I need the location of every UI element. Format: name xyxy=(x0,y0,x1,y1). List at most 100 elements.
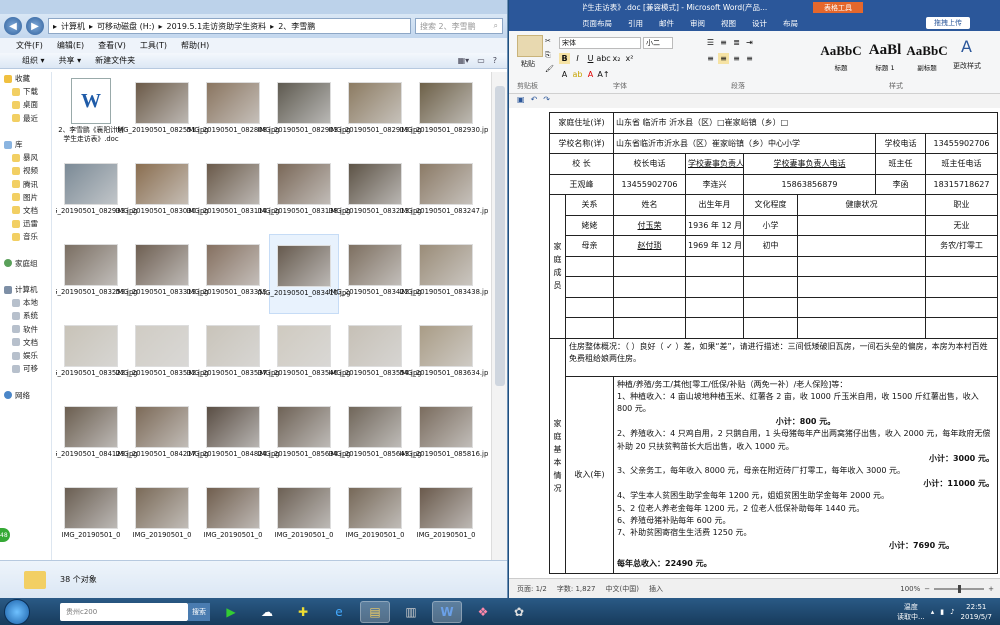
nav-item[interactable]: 系统 xyxy=(0,309,51,322)
breadcrumb-drive[interactable]: 可移动磁盘 (H:) xyxy=(97,21,155,32)
taskbar-search-input[interactable]: 贵州c200 xyxy=(60,602,188,621)
image-file[interactable]: IMG_20190501_083213.jpg xyxy=(328,153,422,233)
nav-item[interactable]: 库 xyxy=(0,138,51,151)
forward-button[interactable]: ▶ xyxy=(26,17,44,35)
school-value[interactable]: 山东省临沂市沂水县（区）崔家峪镇（乡）中心小学 xyxy=(613,132,876,154)
style-heading1[interactable]: AaBl 标题 1 xyxy=(865,37,905,77)
nav-item[interactable]: 桌面 xyxy=(0,98,51,111)
image-file[interactable]: IMG_20190501_0 xyxy=(127,477,197,557)
image-file[interactable]: IMG_20190501_083522.jpg xyxy=(56,315,138,395)
image-file[interactable]: IMG_20190501_085634.jpg xyxy=(257,396,351,476)
menu-help[interactable]: 帮助(H) xyxy=(181,40,209,51)
image-file[interactable]: IMG_20190501_083532.jpg xyxy=(115,315,209,395)
bold-button[interactable]: B xyxy=(559,53,570,64)
paste-icon[interactable] xyxy=(517,35,543,57)
member-relation[interactable]: 姥姥 xyxy=(565,214,614,236)
tab-table-layout[interactable]: 布局 xyxy=(776,16,805,31)
copy-icon[interactable]: ⎘ xyxy=(545,51,551,60)
image-file[interactable]: IMG_20190501_083410.jpg xyxy=(257,234,351,314)
nav-item[interactable]: 视频 xyxy=(0,164,51,177)
nav-item[interactable]: 网络 xyxy=(0,389,51,402)
save-icon[interactable]: ▣ xyxy=(517,95,525,107)
cut-icon[interactable]: ✂ xyxy=(545,37,551,45)
help-icon[interactable]: ? xyxy=(493,56,497,65)
share-button[interactable]: 共享 ▾ xyxy=(59,55,82,66)
zoom-in-icon[interactable]: + xyxy=(988,585,994,593)
breadcrumb-current[interactable]: 2、李雪鹏 xyxy=(278,21,315,32)
subscript-button[interactable]: x₂ xyxy=(611,53,622,64)
image-file[interactable]: IMG_20190501_082919.jpg xyxy=(328,72,422,152)
media-player-icon[interactable]: ▶ xyxy=(216,601,246,623)
file-list-scrollbar[interactable] xyxy=(491,72,507,560)
chat-app-icon[interactable]: ❖ xyxy=(468,601,498,623)
member-relation[interactable]: 母亲 xyxy=(565,235,614,257)
image-file[interactable]: IMG_20190501_0 xyxy=(340,477,410,557)
doc-file[interactable]: W 2、李雪鹏《襄阳计划学生走访表》.doc xyxy=(56,72,126,152)
income-details[interactable]: 种植/养殖/务工/其他[零工/低保/补贴（两免一补）/老人保险]等： 1、种植收… xyxy=(612,375,999,574)
image-file[interactable]: IMG_20190501_083355.jpg xyxy=(186,234,280,314)
nav-item[interactable]: 文档 xyxy=(0,204,51,217)
image-file[interactable]: IMG_20190501_0 xyxy=(269,477,339,557)
organize-button[interactable]: 组织 ▾ xyxy=(22,55,45,66)
nav-item[interactable]: 本地 xyxy=(0,296,51,309)
member-education[interactable]: 初中 xyxy=(743,235,798,257)
image-file[interactable]: IMG_20190501_083030.jpg xyxy=(115,153,209,233)
image-file[interactable]: IMG_20190501_083247.jpg xyxy=(399,153,488,233)
nav-item[interactable]: 最近 xyxy=(0,112,51,125)
volume-icon[interactable]: ♪ xyxy=(950,608,954,616)
housing-text[interactable]: 住房整体概况：（ ）良好（ ✓ ）差，如果“差”，请进行描述：三间低矮破旧瓦房，… xyxy=(564,337,999,377)
strikethrough-button[interactable]: abc xyxy=(596,53,610,64)
image-file[interactable]: IMG_20190501_0 xyxy=(198,477,268,557)
image-file[interactable]: IMG_20190501_083422.jpg xyxy=(328,234,422,314)
member-education[interactable]: 小学 xyxy=(743,214,798,236)
document-area[interactable]: 家庭住址(详) 山东省 临沂市 沂水县（区）□崔家峪镇（乡）□ 学校名称(详) … xyxy=(509,108,1000,578)
numbering-icon[interactable]: ≡ xyxy=(718,37,729,48)
image-file[interactable]: IMG_20190501_0 xyxy=(411,477,481,557)
member-birth[interactable]: 1969 年 12 月 xyxy=(685,235,744,257)
image-file[interactable]: IMG_20190501_082551.jpg xyxy=(115,72,209,152)
zoom-out-icon[interactable]: − xyxy=(924,585,930,593)
start-button[interactable] xyxy=(4,598,30,625)
nav-item[interactable]: 家庭组 xyxy=(0,257,51,270)
tab-references[interactable]: 引用 xyxy=(621,16,650,31)
image-file[interactable]: IMG_20190501_084824.jpg xyxy=(186,396,280,476)
indent-icon[interactable]: ⇥ xyxy=(744,37,755,48)
superscript-button[interactable]: x² xyxy=(624,53,635,64)
nav-item[interactable]: 腾讯 xyxy=(0,178,51,191)
teacher-phone-value[interactable]: 18315718627 xyxy=(924,173,999,195)
member-birth[interactable]: 1936 年 12 月 xyxy=(685,214,744,236)
nav-item[interactable]: 娱乐 xyxy=(0,349,51,362)
nav-item[interactable]: 文档 xyxy=(0,336,51,349)
image-file[interactable]: IMG_20190501_083537.jpg xyxy=(186,315,280,395)
grow-font-icon[interactable]: A↑ xyxy=(597,69,609,80)
upload-button[interactable]: 拖拽上传 xyxy=(926,17,970,29)
text-effects-icon[interactable]: A xyxy=(559,69,570,80)
zoom-slider[interactable] xyxy=(934,584,985,593)
underline-button[interactable]: U xyxy=(585,53,596,64)
paste-button[interactable]: 粘贴 xyxy=(521,59,535,69)
nav-item[interactable]: 下载 xyxy=(0,85,51,98)
member-name[interactable]: 赵付琐 xyxy=(613,235,686,257)
image-file[interactable]: IMG_20190501_085643.jpg xyxy=(328,396,422,476)
align-center-icon[interactable]: ≡ xyxy=(718,53,729,64)
view-options-icon[interactable]: ▦▾ xyxy=(458,56,470,65)
nav-item[interactable]: 音乐 xyxy=(0,230,51,243)
new-folder-button[interactable]: 新建文件夹 xyxy=(95,55,135,66)
member-health[interactable] xyxy=(797,214,926,236)
nav-item[interactable]: 计算机 xyxy=(0,283,51,296)
image-file[interactable]: IMG_20190501_083438.jpg xyxy=(399,234,488,314)
align-left-icon[interactable]: ≡ xyxy=(705,53,716,64)
language[interactable]: 中文(中国) xyxy=(605,584,638,594)
clock[interactable]: 22:51 2019/5/7 xyxy=(961,602,992,622)
baidu-netdisk-icon[interactable]: ☁ xyxy=(252,601,282,623)
breadcrumb-computer[interactable]: 计算机 xyxy=(61,21,85,32)
app-icon[interactable]: ▥ xyxy=(396,601,426,623)
member-health[interactable] xyxy=(797,235,926,257)
image-file[interactable]: IMG_20190501_082930.jpg xyxy=(399,72,488,152)
back-button[interactable]: ◀ xyxy=(4,17,22,35)
teacher-value[interactable]: 李函 xyxy=(875,173,926,195)
explorer-taskbar-icon[interactable]: ▤ xyxy=(360,600,390,623)
member-job[interactable]: 无业 xyxy=(924,214,999,236)
image-file[interactable]: IMG_20190501_083114.jpg xyxy=(186,153,280,233)
justify-icon[interactable]: ≡ xyxy=(744,53,755,64)
